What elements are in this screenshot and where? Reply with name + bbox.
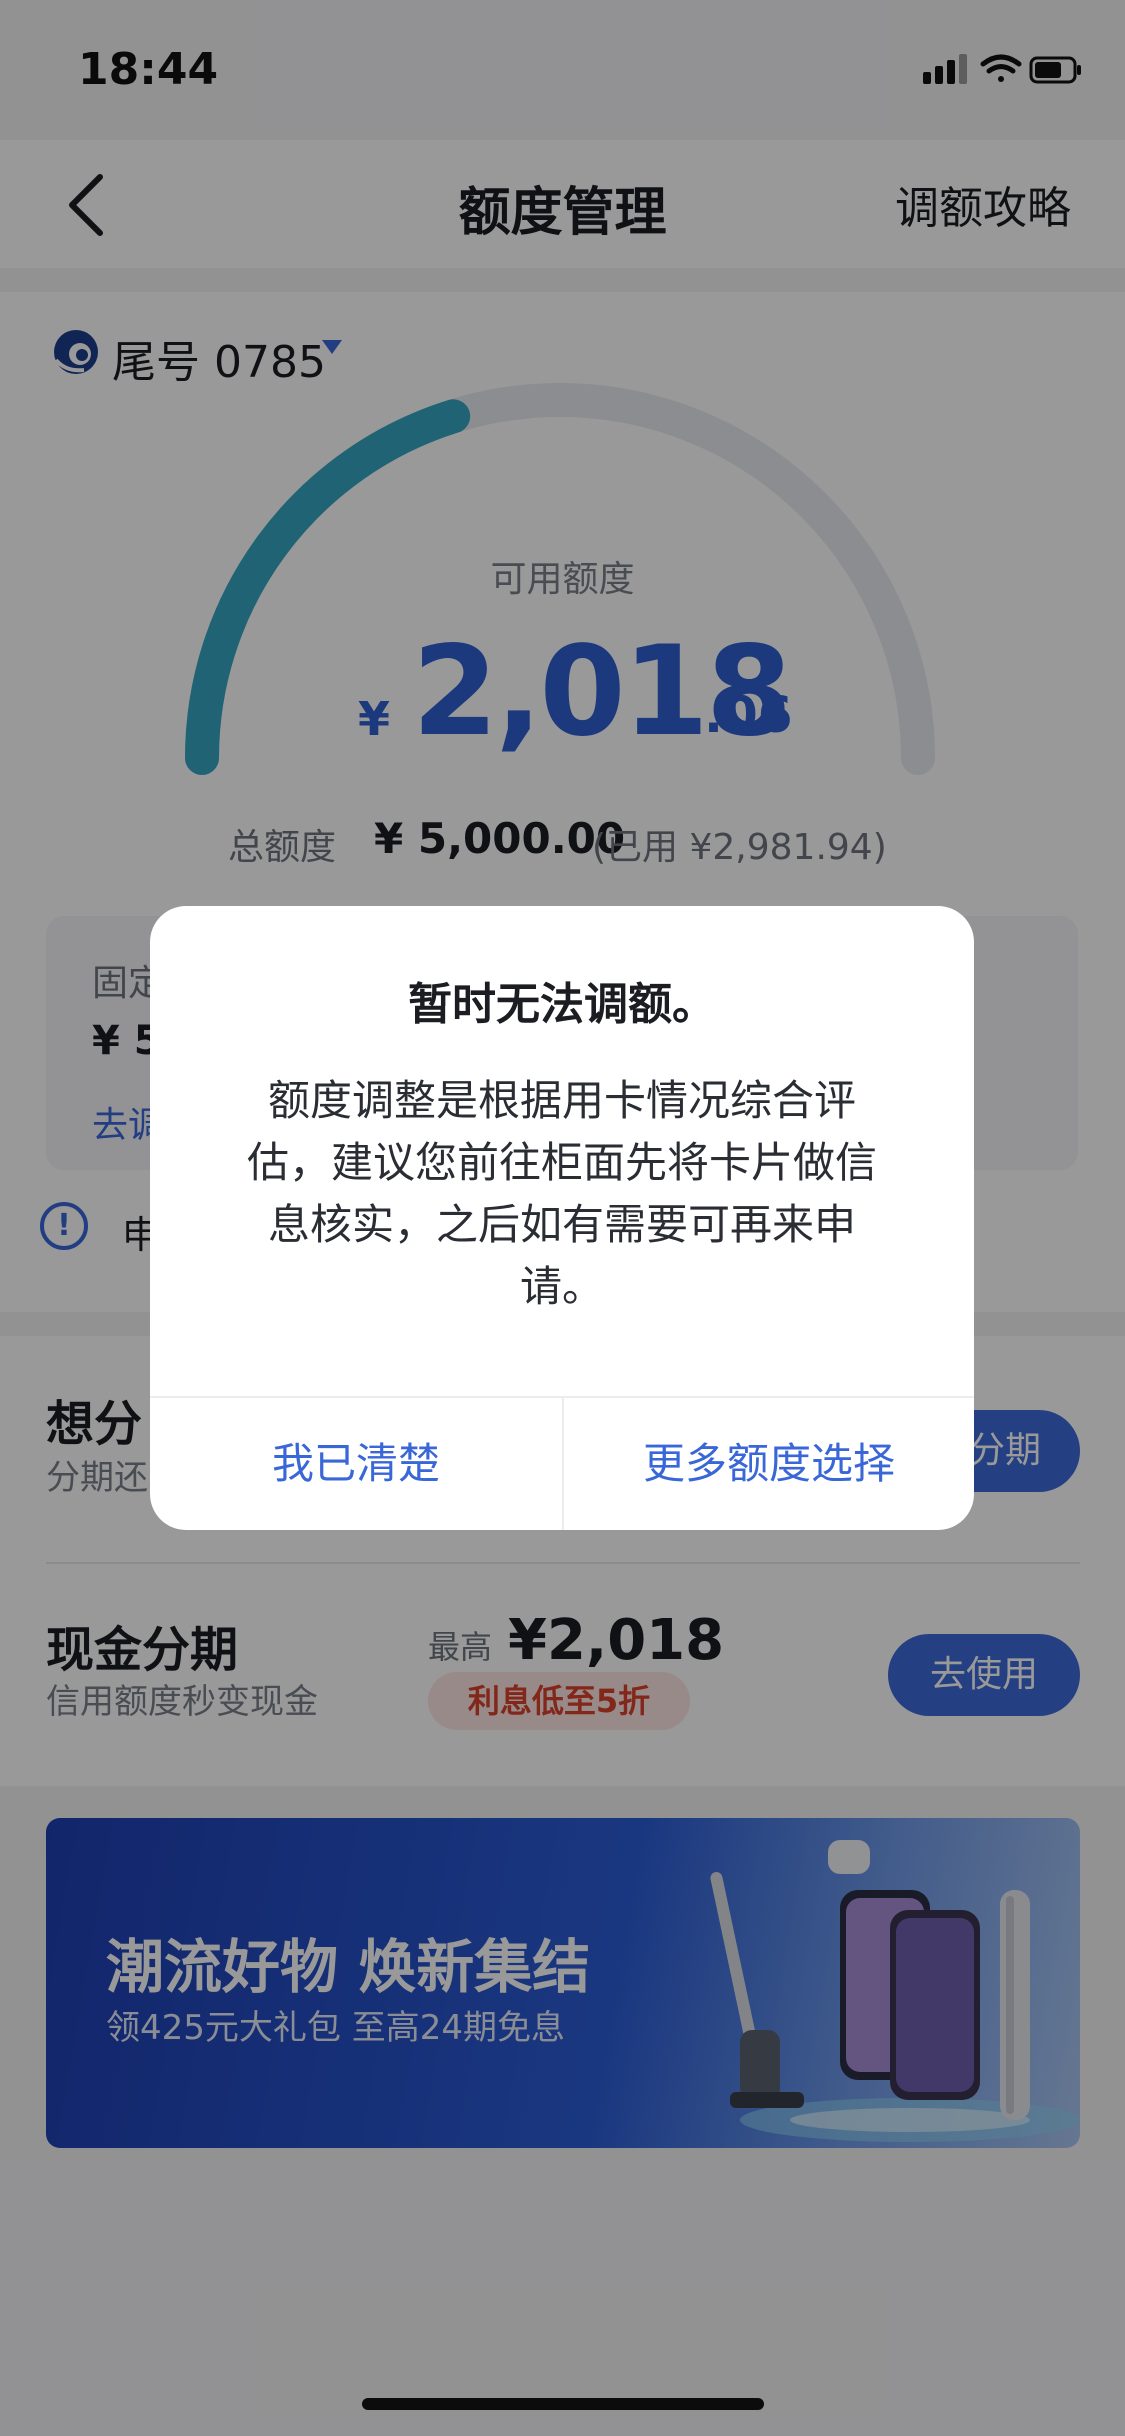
more-limit-options-button[interactable]: 更多额度选择 <box>564 1398 974 1530</box>
home-indicator <box>362 2398 764 2410</box>
understood-button[interactable]: 我已清楚 <box>150 1398 562 1530</box>
dialog-title: 暂时无法调额。 <box>408 979 716 1030</box>
dialog-message: 额度调整是根据用卡情况综合评估，建议您前往柜面先将卡片做信息核实，之后如有需要可… <box>246 1076 877 1311</box>
